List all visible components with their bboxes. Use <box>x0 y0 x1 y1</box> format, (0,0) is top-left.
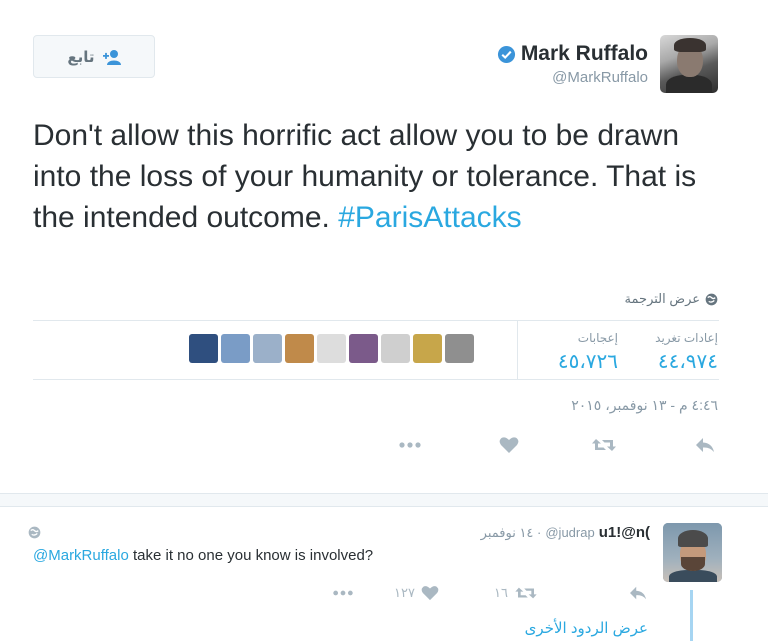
author-name[interactable]: Mark Ruffalo <box>521 42 648 66</box>
reply-time[interactable]: · ١٤ نوفمبر <box>481 525 542 541</box>
more-dots-icon <box>399 442 421 448</box>
verified-badge-icon <box>497 45 516 64</box>
author-avatar[interactable] <box>660 35 718 93</box>
reply-retweet-count: ١٦ <box>494 585 508 600</box>
reply-more-button[interactable] <box>332 583 354 603</box>
reply-reply-button[interactable] <box>628 583 648 603</box>
liker-avatar[interactable] <box>221 334 250 363</box>
more-button[interactable] <box>398 434 422 456</box>
reply-header: · ١٤ نوفمبر @judrap u1!@n( <box>481 524 650 541</box>
retweets-label: إعادات تغريد <box>655 331 718 345</box>
retweet-button[interactable] <box>591 434 617 456</box>
tweet-timestamp[interactable]: ٤:٤٦ م - ١٣ نوفمبر، ٢٠١٥ <box>571 397 718 414</box>
reply-icon <box>630 586 646 600</box>
follow-button[interactable]: تابع <box>33 35 155 78</box>
retweets-stat[interactable]: إعادات تغريد ٤٤،٩٧٤ <box>655 331 718 374</box>
reply-like-button[interactable]: ١٢٧ <box>394 583 439 603</box>
liker-avatar[interactable] <box>445 334 474 363</box>
reply-button[interactable] <box>694 434 716 456</box>
main-tweet: تابع Mark Ruffalo @MarkRuffalo Don't all… <box>0 0 768 493</box>
hashtag-link[interactable]: #ParisAttacks <box>338 201 521 234</box>
retweet-icon <box>592 439 616 451</box>
liker-avatars <box>189 334 474 363</box>
reply-avatar[interactable] <box>663 523 722 582</box>
view-more-replies-link[interactable]: عرض الردود الأخرى <box>525 619 648 637</box>
reply-globe-icon <box>28 526 41 544</box>
author-handle[interactable]: @MarkRuffalo <box>497 69 648 86</box>
like-button[interactable] <box>499 434 519 456</box>
retweets-count: ٤٤،٩٧٤ <box>657 351 718 373</box>
liker-avatar[interactable] <box>285 334 314 363</box>
liker-avatar[interactable] <box>349 334 378 363</box>
globe-icon <box>705 293 718 305</box>
stats-vertical-divider <box>517 320 518 379</box>
reply-icon <box>696 438 714 452</box>
likes-count: ٤٥،٧٢٦ <box>557 351 618 373</box>
liker-avatar[interactable] <box>413 334 442 363</box>
heart-icon <box>499 437 519 453</box>
reply-body: take it no one you know is involved? <box>128 547 374 564</box>
tweet-text: Don't allow this horrific act allow you … <box>33 115 733 238</box>
retweet-icon <box>515 587 537 599</box>
reply-tweet[interactable]: · ١٤ نوفمبر @judrap u1!@n( @MarkRuffalo … <box>0 507 768 641</box>
liker-avatar[interactable] <box>253 334 282 363</box>
follow-label: تابع <box>67 48 95 66</box>
heart-icon <box>421 586 439 601</box>
reply-like-count: ١٢٧ <box>394 585 415 600</box>
stats-bottom-divider <box>33 379 719 380</box>
likes-stat[interactable]: إعجابات ٤٥،٧٢٦ <box>558 331 618 374</box>
reply-mention-link[interactable]: @MarkRuffalo <box>33 547 129 564</box>
reply-handle[interactable]: @judrap <box>545 525 594 540</box>
tweet-author: Mark Ruffalo @MarkRuffalo <box>497 42 648 86</box>
liker-avatar[interactable] <box>317 334 346 363</box>
section-divider <box>0 493 768 507</box>
reply-text: @MarkRuffalo take it no one you know is … <box>33 547 373 564</box>
translate-link[interactable]: عرض الترجمة <box>625 291 718 307</box>
liker-avatar[interactable] <box>189 334 218 363</box>
reply-retweet-button[interactable]: ١٦ <box>494 583 538 603</box>
stats-top-divider <box>33 320 719 321</box>
thread-line <box>690 590 693 641</box>
reply-name[interactable]: u1!@n( <box>599 524 650 541</box>
liker-avatar[interactable] <box>381 334 410 363</box>
add-user-icon <box>102 49 121 65</box>
more-dots-icon <box>333 590 353 596</box>
likes-label: إعجابات <box>577 331 618 345</box>
translate-label: عرض الترجمة <box>624 291 700 306</box>
